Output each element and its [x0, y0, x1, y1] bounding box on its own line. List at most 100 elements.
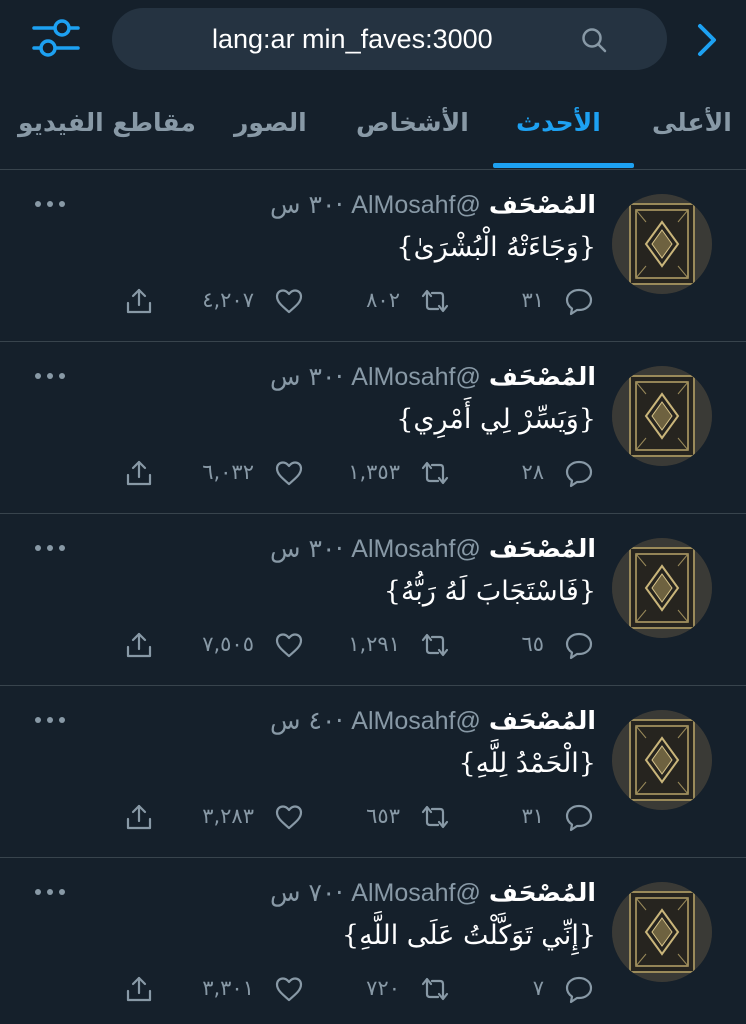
time-value: ٣٠ س	[270, 362, 336, 391]
author-handle: @AlMosahf	[351, 191, 481, 219]
time-value: ٧٠ س	[270, 878, 336, 907]
reply-icon	[565, 804, 593, 832]
tweet[interactable]: المُصْحَف @AlMosahf ·٤٠ س {الْحَمْدُ لِل…	[0, 686, 746, 858]
more-options-icon[interactable]	[34, 886, 66, 898]
author-name[interactable]: المُصْحَف	[489, 878, 596, 907]
reply-icon	[565, 288, 593, 316]
avatar[interactable]	[612, 194, 712, 294]
tweet-header: المُصْحَف @AlMosahf ·٣٠ س	[270, 190, 596, 226]
reply-button[interactable]: ٧	[470, 972, 600, 1006]
separator-dot: ·	[335, 190, 344, 219]
tweet-header: المُصْحَف @AlMosahf ·٣٠ س	[270, 534, 596, 570]
reply-icon	[565, 976, 593, 1004]
reply-button[interactable]: ٢٨	[470, 456, 600, 490]
like-button[interactable]: ٣,٣٠١	[150, 972, 310, 1006]
like-button[interactable]: ٧,٥٠٥	[150, 628, 310, 662]
tweet-text: {الْحَمْدُ لِلَّهِ}	[458, 748, 596, 779]
reply-icon	[565, 632, 593, 660]
active-tab-indicator	[493, 163, 634, 168]
share-icon	[126, 460, 152, 486]
time-value: ٤٠ س	[270, 706, 336, 735]
avatar[interactable]	[612, 882, 712, 982]
tab-latest[interactable]: الأحدث	[516, 108, 601, 137]
more-options-icon[interactable]	[34, 714, 66, 726]
tweet[interactable]: المُصْحَف @AlMosahf ·٧٠ س {إِنِّي تَوَكَ…	[0, 858, 746, 1024]
tweet[interactable]: المُصْحَف @AlMosahf ·٣٠ س {وَجَاءَتْهُ ا…	[0, 170, 746, 342]
search-query: lang:ar min_faves:3000	[212, 24, 493, 54]
like-count: ٤,٢٠٧	[202, 288, 254, 312]
like-button[interactable]: ٣,٢٨٣	[150, 800, 310, 834]
share-button[interactable]	[120, 628, 160, 662]
reply-count: ٦٥	[521, 632, 544, 656]
tweet-time: ·٣٠ س	[270, 362, 343, 391]
share-button[interactable]	[120, 456, 160, 490]
like-count: ٦,٠٣٢	[202, 460, 254, 484]
author-handle: @AlMosahf	[351, 879, 481, 907]
like-button[interactable]: ٤,٢٠٧	[150, 284, 310, 318]
more-options-icon[interactable]	[34, 370, 66, 382]
avatar[interactable]	[612, 366, 712, 466]
mushaf-cover-icon	[612, 882, 712, 982]
share-button[interactable]	[120, 800, 160, 834]
retweet-button[interactable]: ٨٠٢	[300, 284, 460, 318]
tweet-time: ·٣٠ س	[270, 534, 343, 563]
share-icon	[126, 976, 152, 1002]
retweet-count: ١,٢٩١	[348, 632, 400, 656]
search-icon	[582, 28, 607, 53]
share-button[interactable]	[120, 284, 160, 318]
tweet[interactable]: المُصْحَف @AlMosahf ·٣٠ س {وَيَسِّرْ لِي…	[0, 342, 746, 514]
tab-videos[interactable]: مقاطع الفيديو	[18, 108, 196, 137]
avatar[interactable]	[612, 538, 712, 638]
tab-photos[interactable]: الصور	[234, 108, 307, 137]
retweet-count: ٦٥٣	[366, 804, 400, 828]
tweet-time: ·٤٠ س	[270, 706, 343, 735]
avatar[interactable]	[612, 710, 712, 810]
tweet-text: {وَيَسِّرْ لِي أَمْرِي}	[396, 404, 596, 435]
tweet-text: {فَاسْتَجَابَ لَهُ رَبُّهُ}	[383, 576, 596, 607]
author-name[interactable]: المُصْحَف	[489, 190, 596, 219]
author-name[interactable]: المُصْحَف	[489, 706, 596, 735]
retweet-count: ٨٠٢	[366, 288, 400, 312]
share-button[interactable]	[120, 972, 160, 1006]
tweet-text: {إِنِّي تَوَكَّلْتُ عَلَى اللَّهِ}	[341, 920, 596, 951]
tweet[interactable]: المُصْحَف @AlMosahf ·٣٠ س {فَاسْتَجَابَ …	[0, 514, 746, 686]
retweet-button[interactable]: ٧٢٠	[300, 972, 460, 1006]
heart-icon	[275, 977, 303, 1002]
more-options-icon[interactable]	[34, 542, 66, 554]
author-name[interactable]: المُصْحَف	[489, 534, 596, 563]
retweet-button[interactable]: ٦٥٣	[300, 800, 460, 834]
mushaf-cover-icon	[612, 538, 712, 638]
sliders-icon[interactable]	[30, 14, 82, 62]
like-count: ٧,٥٠٥	[202, 632, 254, 656]
retweet-button[interactable]: ١,٢٩١	[300, 628, 460, 662]
tweet-time: ·٧٠ س	[270, 878, 343, 907]
retweet-button[interactable]: ١,٣٥٣	[300, 456, 460, 490]
reply-count: ٢٨	[521, 460, 544, 484]
search-input[interactable]: lang:ar min_faves:3000	[112, 8, 667, 70]
retweet-icon	[421, 633, 449, 657]
tab-people[interactable]: الأشخاص	[356, 108, 469, 137]
like-count: ٣,٣٠١	[202, 976, 254, 1000]
reply-button[interactable]: ٣١	[470, 800, 600, 834]
share-icon	[126, 288, 152, 314]
separator-dot: ·	[335, 362, 344, 391]
mushaf-cover-icon	[612, 194, 712, 294]
reply-button[interactable]: ٦٥	[470, 628, 600, 662]
share-icon	[126, 632, 152, 658]
reply-button[interactable]: ٣١	[470, 284, 600, 318]
retweet-icon	[421, 805, 449, 829]
mushaf-cover-icon	[612, 366, 712, 466]
tab-top[interactable]: الأعلى	[652, 108, 732, 137]
reply-count: ٧	[532, 976, 544, 1000]
like-button[interactable]: ٦,٠٣٢	[150, 456, 310, 490]
retweet-count: ٧٢٠	[366, 976, 400, 1000]
search-tabs: الأعلى الأحدث الأشخاص الصور مقاطع الفيدي…	[0, 90, 746, 170]
chevron-right-icon[interactable]	[692, 20, 722, 60]
reply-icon	[565, 460, 593, 488]
reply-count: ٣١	[521, 804, 544, 828]
retweet-icon	[421, 977, 449, 1001]
separator-dot: ·	[335, 878, 344, 907]
more-options-icon[interactable]	[34, 198, 66, 210]
author-name[interactable]: المُصْحَف	[489, 362, 596, 391]
heart-icon	[275, 633, 303, 658]
